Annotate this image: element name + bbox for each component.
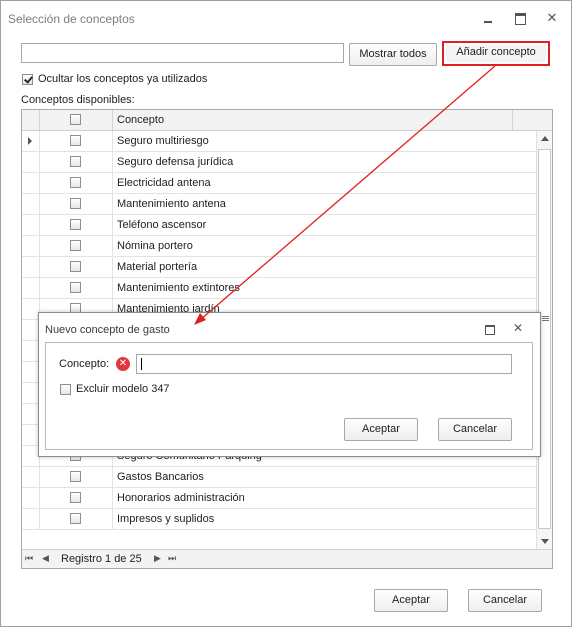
row-checkbox[interactable] xyxy=(70,471,81,482)
table-row[interactable]: Honorarios administración xyxy=(22,488,536,509)
concept-cell: Electricidad antena xyxy=(117,177,211,189)
concept-cell: Seguro defensa jurídica xyxy=(117,156,234,168)
scroll-down-icon[interactable] xyxy=(541,539,549,544)
last-record-icon[interactable]: ⏭ xyxy=(168,553,176,564)
hide-used-checkbox[interactable] xyxy=(22,74,33,85)
row-checkbox[interactable] xyxy=(70,513,81,524)
table-row[interactable]: Mantenimiento antena xyxy=(22,194,536,215)
row-checkbox[interactable] xyxy=(70,156,81,167)
hide-used-label: Ocultar los conceptos ya utilizados xyxy=(38,73,208,85)
indicator-column-header xyxy=(22,110,40,130)
row-checkbox[interactable] xyxy=(70,219,81,230)
row-indicator xyxy=(22,257,40,277)
row-checkbox[interactable] xyxy=(70,282,81,293)
concept-cell: Mantenimiento antena xyxy=(117,198,226,210)
add-concept-highlight: Añadir concepto xyxy=(442,41,550,66)
record-counter: Registro 1 de 25 xyxy=(61,553,142,565)
row-indicator xyxy=(22,488,40,508)
concept-cell: Material portería xyxy=(117,261,198,273)
row-indicator xyxy=(22,173,40,193)
record-navigator: ⏮ ◀ Registro 1 de 25 ▶ ⏭ xyxy=(22,549,552,568)
table-row[interactable]: Electricidad antena xyxy=(22,173,536,194)
prev-record-icon[interactable]: ◀ xyxy=(42,553,49,564)
row-checkbox[interactable] xyxy=(70,492,81,503)
grip-icon xyxy=(542,316,549,317)
accept-button[interactable]: Aceptar xyxy=(374,589,448,612)
row-indicator xyxy=(22,467,40,487)
row-checkbox[interactable] xyxy=(70,198,81,209)
dialog-close-icon[interactable]: ✕ xyxy=(513,321,523,335)
scroll-up-icon[interactable] xyxy=(541,136,549,141)
dialog-body: Concepto: ✕ Excluir modelo 347 Aceptar C… xyxy=(45,342,533,450)
table-row[interactable]: Mantenimiento extintores xyxy=(22,278,536,299)
new-concept-dialog: Nuevo concepto de gasto ✕ Concepto: ✕ Ex… xyxy=(38,312,541,457)
next-record-icon[interactable]: ▶ xyxy=(154,553,161,564)
exclude-347-label: Excluir modelo 347 xyxy=(76,383,170,395)
window-title: Selección de conceptos xyxy=(8,12,135,26)
concept-cell: Teléfono ascensor xyxy=(117,219,207,231)
row-indicator xyxy=(22,215,40,235)
dialog-title: Nuevo concepto de gasto xyxy=(45,324,170,336)
table-row[interactable]: Teléfono ascensor xyxy=(22,215,536,236)
concept-column-header[interactable]: Concepto xyxy=(117,114,164,126)
grid-header: Concepto xyxy=(22,110,552,131)
table-row[interactable]: Nómina portero xyxy=(22,236,536,257)
select-all-checkbox[interactable] xyxy=(70,114,81,125)
exclude-347-checkbox[interactable] xyxy=(60,384,71,395)
table-row[interactable]: Seguro defensa jurídica xyxy=(22,152,536,173)
row-checkbox[interactable] xyxy=(70,177,81,188)
table-row[interactable]: Material portería xyxy=(22,257,536,278)
row-indicator xyxy=(22,509,40,529)
add-concept-button[interactable]: Añadir concepto xyxy=(446,45,546,62)
row-checkbox[interactable] xyxy=(70,261,81,272)
row-checkbox[interactable] xyxy=(70,135,81,146)
concept-input[interactable] xyxy=(136,354,512,374)
first-record-icon[interactable]: ⏮ xyxy=(25,553,33,564)
row-indicator xyxy=(22,236,40,256)
maximize-icon[interactable] xyxy=(512,10,528,26)
table-row[interactable]: Gastos Bancarios xyxy=(22,467,536,488)
concept-label: Concepto: xyxy=(59,358,110,370)
text-caret xyxy=(141,358,142,370)
row-indicator xyxy=(22,131,40,151)
row-indicator xyxy=(22,194,40,214)
row-indicator xyxy=(22,278,40,298)
dialog-cancel-button[interactable]: Cancelar xyxy=(438,418,512,441)
row-indicator xyxy=(22,152,40,172)
current-row-arrow-icon xyxy=(28,137,32,145)
concept-cell: Impresos y suplidos xyxy=(117,513,215,525)
concept-cell: Nómina portero xyxy=(117,240,193,252)
error-icon: ✕ xyxy=(116,357,130,371)
close-icon[interactable]: ✕ xyxy=(544,10,560,26)
show-all-button[interactable]: Mostrar todos xyxy=(349,43,437,66)
minimize-icon[interactable] xyxy=(480,10,496,26)
dialog-accept-button[interactable]: Aceptar xyxy=(344,418,418,441)
table-row[interactable]: Seguro multiriesgo xyxy=(22,131,536,152)
concept-cell: Mantenimiento extintores xyxy=(117,282,240,294)
title-bar: Selección de conceptos ✕ xyxy=(1,1,571,35)
row-checkbox[interactable] xyxy=(70,240,81,251)
concept-cell: Seguro multiriesgo xyxy=(117,135,209,147)
available-concepts-label: Conceptos disponibles: xyxy=(21,94,135,106)
cancel-button[interactable]: Cancelar xyxy=(468,589,542,612)
search-input[interactable] xyxy=(21,43,344,63)
dialog-maximize-icon[interactable] xyxy=(483,323,495,335)
concept-cell: Gastos Bancarios xyxy=(117,471,204,483)
concept-cell: Honorarios administración xyxy=(117,492,245,504)
column-divider xyxy=(512,110,513,130)
select-column-header[interactable] xyxy=(40,110,113,130)
table-row[interactable]: Impresos y suplidos xyxy=(22,509,536,530)
